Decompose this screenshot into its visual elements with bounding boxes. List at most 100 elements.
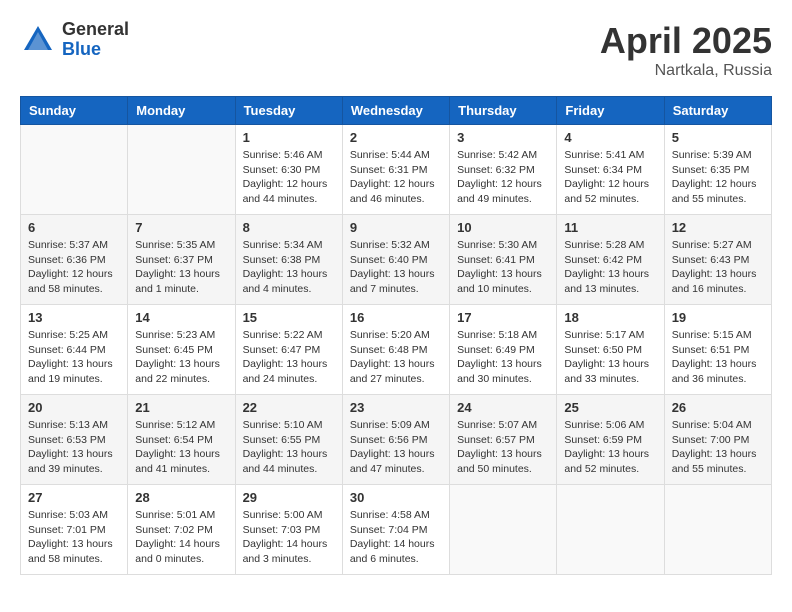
calendar-cell: 3 Sunrise: 5:42 AM Sunset: 6:32 PM Daylig… (450, 125, 557, 215)
weekday-header-friday: Friday (557, 97, 664, 125)
day-info: Sunrise: 5:04 AM Sunset: 7:00 PM Dayligh… (672, 418, 764, 477)
calendar-cell: 15 Sunrise: 5:22 AM Sunset: 6:47 PM Dayli… (235, 305, 342, 395)
day-info: Sunrise: 5:20 AM Sunset: 6:48 PM Dayligh… (350, 328, 442, 387)
calendar-cell: 24 Sunrise: 5:07 AM Sunset: 6:57 PM Dayli… (450, 395, 557, 485)
calendar-cell: 11 Sunrise: 5:28 AM Sunset: 6:42 PM Dayli… (557, 215, 664, 305)
calendar-cell: 13 Sunrise: 5:25 AM Sunset: 6:44 PM Dayli… (21, 305, 128, 395)
calendar-cell (128, 125, 235, 215)
day-number: 16 (350, 310, 442, 325)
calendar-table: SundayMondayTuesdayWednesdayThursdayFrid… (20, 96, 772, 575)
page-header: General Blue April 2025 Nartkala, Russia (20, 20, 772, 80)
day-info: Sunrise: 5:06 AM Sunset: 6:59 PM Dayligh… (564, 418, 656, 477)
calendar-cell: 25 Sunrise: 5:06 AM Sunset: 6:59 PM Dayli… (557, 395, 664, 485)
day-number: 9 (350, 220, 442, 235)
calendar-week-2: 6 Sunrise: 5:37 AM Sunset: 6:36 PM Daylig… (21, 215, 772, 305)
day-info: Sunrise: 5:25 AM Sunset: 6:44 PM Dayligh… (28, 328, 120, 387)
day-number: 22 (243, 400, 335, 415)
weekday-header-thursday: Thursday (450, 97, 557, 125)
day-info: Sunrise: 5:39 AM Sunset: 6:35 PM Dayligh… (672, 148, 764, 207)
day-number: 6 (28, 220, 120, 235)
day-number: 25 (564, 400, 656, 415)
day-number: 2 (350, 130, 442, 145)
calendar-cell (557, 485, 664, 575)
day-number: 3 (457, 130, 549, 145)
calendar-cell: 28 Sunrise: 5:01 AM Sunset: 7:02 PM Dayli… (128, 485, 235, 575)
calendar-cell: 20 Sunrise: 5:13 AM Sunset: 6:53 PM Dayli… (21, 395, 128, 485)
calendar-week-1: 1 Sunrise: 5:46 AM Sunset: 6:30 PM Daylig… (21, 125, 772, 215)
weekday-header-tuesday: Tuesday (235, 97, 342, 125)
logo-general: General (62, 20, 129, 40)
day-info: Sunrise: 5:18 AM Sunset: 6:49 PM Dayligh… (457, 328, 549, 387)
day-info: Sunrise: 5:03 AM Sunset: 7:01 PM Dayligh… (28, 508, 120, 567)
calendar-cell: 1 Sunrise: 5:46 AM Sunset: 6:30 PM Daylig… (235, 125, 342, 215)
calendar-cell: 8 Sunrise: 5:34 AM Sunset: 6:38 PM Daylig… (235, 215, 342, 305)
calendar-cell: 2 Sunrise: 5:44 AM Sunset: 6:31 PM Daylig… (342, 125, 449, 215)
day-number: 30 (350, 490, 442, 505)
title-location: Nartkala, Russia (600, 62, 772, 80)
calendar-cell: 12 Sunrise: 5:27 AM Sunset: 6:43 PM Dayli… (664, 215, 771, 305)
day-number: 14 (135, 310, 227, 325)
weekday-header-saturday: Saturday (664, 97, 771, 125)
logo-icon (20, 22, 56, 58)
title-month: April 2025 (600, 20, 772, 62)
weekday-header-wednesday: Wednesday (342, 97, 449, 125)
calendar-cell (664, 485, 771, 575)
day-info: Sunrise: 5:23 AM Sunset: 6:45 PM Dayligh… (135, 328, 227, 387)
calendar-cell: 18Sunrise: 5:17 AM Sunset: 6:50 PM Dayli… (557, 305, 664, 395)
calendar-cell: 29Sunrise: 5:00 AM Sunset: 7:03 PM Dayli… (235, 485, 342, 575)
logo: General Blue (20, 20, 129, 60)
calendar-cell: 16 Sunrise: 5:20 AM Sunset: 6:48 PM Dayli… (342, 305, 449, 395)
day-info: Sunrise: 5:27 AM Sunset: 6:43 PM Dayligh… (672, 238, 764, 297)
title-block: April 2025 Nartkala, Russia (600, 20, 772, 80)
calendar-cell: 26Sunrise: 5:04 AM Sunset: 7:00 PM Dayli… (664, 395, 771, 485)
day-info: Sunrise: 5:32 AM Sunset: 6:40 PM Dayligh… (350, 238, 442, 297)
day-info: Sunrise: 5:30 AM Sunset: 6:41 PM Dayligh… (457, 238, 549, 297)
calendar-cell: 7Sunrise: 5:35 AM Sunset: 6:37 PM Daylig… (128, 215, 235, 305)
calendar-cell (21, 125, 128, 215)
calendar-cell (450, 485, 557, 575)
day-info: Sunrise: 5:13 AM Sunset: 6:53 PM Dayligh… (28, 418, 120, 477)
calendar-cell: 4Sunrise: 5:41 AM Sunset: 6:34 PM Daylig… (557, 125, 664, 215)
day-info: Sunrise: 5:28 AM Sunset: 6:42 PM Dayligh… (564, 238, 656, 297)
calendar-cell: 9 Sunrise: 5:32 AM Sunset: 6:40 PM Daylig… (342, 215, 449, 305)
day-info: Sunrise: 5:17 AM Sunset: 6:50 PM Dayligh… (564, 328, 656, 387)
weekday-header-sunday: Sunday (21, 97, 128, 125)
day-info: Sunrise: 5:22 AM Sunset: 6:47 PM Dayligh… (243, 328, 335, 387)
day-info: Sunrise: 5:42 AM Sunset: 6:32 PM Dayligh… (457, 148, 549, 207)
calendar-cell: 27 Sunrise: 5:03 AM Sunset: 7:01 PM Dayli… (21, 485, 128, 575)
calendar-cell: 14 Sunrise: 5:23 AM Sunset: 6:45 PM Dayli… (128, 305, 235, 395)
day-number: 11 (564, 220, 656, 235)
day-number: 24 (457, 400, 549, 415)
day-info: Sunrise: 5:10 AM Sunset: 6:55 PM Dayligh… (243, 418, 335, 477)
day-info: Sunrise: 5:00 AM Sunset: 7:03 PM Dayligh… (243, 508, 335, 567)
day-number: 8 (243, 220, 335, 235)
calendar-cell: 23Sunrise: 5:09 AM Sunset: 6:56 PM Dayli… (342, 395, 449, 485)
day-info: Sunrise: 5:07 AM Sunset: 6:57 PM Dayligh… (457, 418, 549, 477)
day-number: 13 (28, 310, 120, 325)
day-info: Sunrise: 4:58 AM Sunset: 7:04 PM Dayligh… (350, 508, 442, 567)
day-info: Sunrise: 5:44 AM Sunset: 6:31 PM Dayligh… (350, 148, 442, 207)
weekday-header-monday: Monday (128, 97, 235, 125)
day-number: 12 (672, 220, 764, 235)
weekday-header-row: SundayMondayTuesdayWednesdayThursdayFrid… (21, 97, 772, 125)
day-number: 27 (28, 490, 120, 505)
day-number: 17 (457, 310, 549, 325)
day-number: 20 (28, 400, 120, 415)
day-info: Sunrise: 5:41 AM Sunset: 6:34 PM Dayligh… (564, 148, 656, 207)
day-info: Sunrise: 5:34 AM Sunset: 6:38 PM Dayligh… (243, 238, 335, 297)
calendar-cell: 17 Sunrise: 5:18 AM Sunset: 6:49 PM Dayli… (450, 305, 557, 395)
day-number: 15 (243, 310, 335, 325)
day-number: 1 (243, 130, 335, 145)
day-info: Sunrise: 5:46 AM Sunset: 6:30 PM Dayligh… (243, 148, 335, 207)
day-number: 7 (135, 220, 227, 235)
day-info: Sunrise: 5:37 AM Sunset: 6:36 PM Dayligh… (28, 238, 120, 297)
calendar-cell: 22 Sunrise: 5:10 AM Sunset: 6:55 PM Dayli… (235, 395, 342, 485)
day-number: 28 (135, 490, 227, 505)
day-number: 21 (135, 400, 227, 415)
day-info: Sunrise: 5:15 AM Sunset: 6:51 PM Dayligh… (672, 328, 764, 387)
day-number: 10 (457, 220, 549, 235)
day-number: 19 (672, 310, 764, 325)
calendar-cell: 5Sunrise: 5:39 AM Sunset: 6:35 PM Daylig… (664, 125, 771, 215)
day-info: Sunrise: 5:12 AM Sunset: 6:54 PM Dayligh… (135, 418, 227, 477)
day-info: Sunrise: 5:01 AM Sunset: 7:02 PM Dayligh… (135, 508, 227, 567)
